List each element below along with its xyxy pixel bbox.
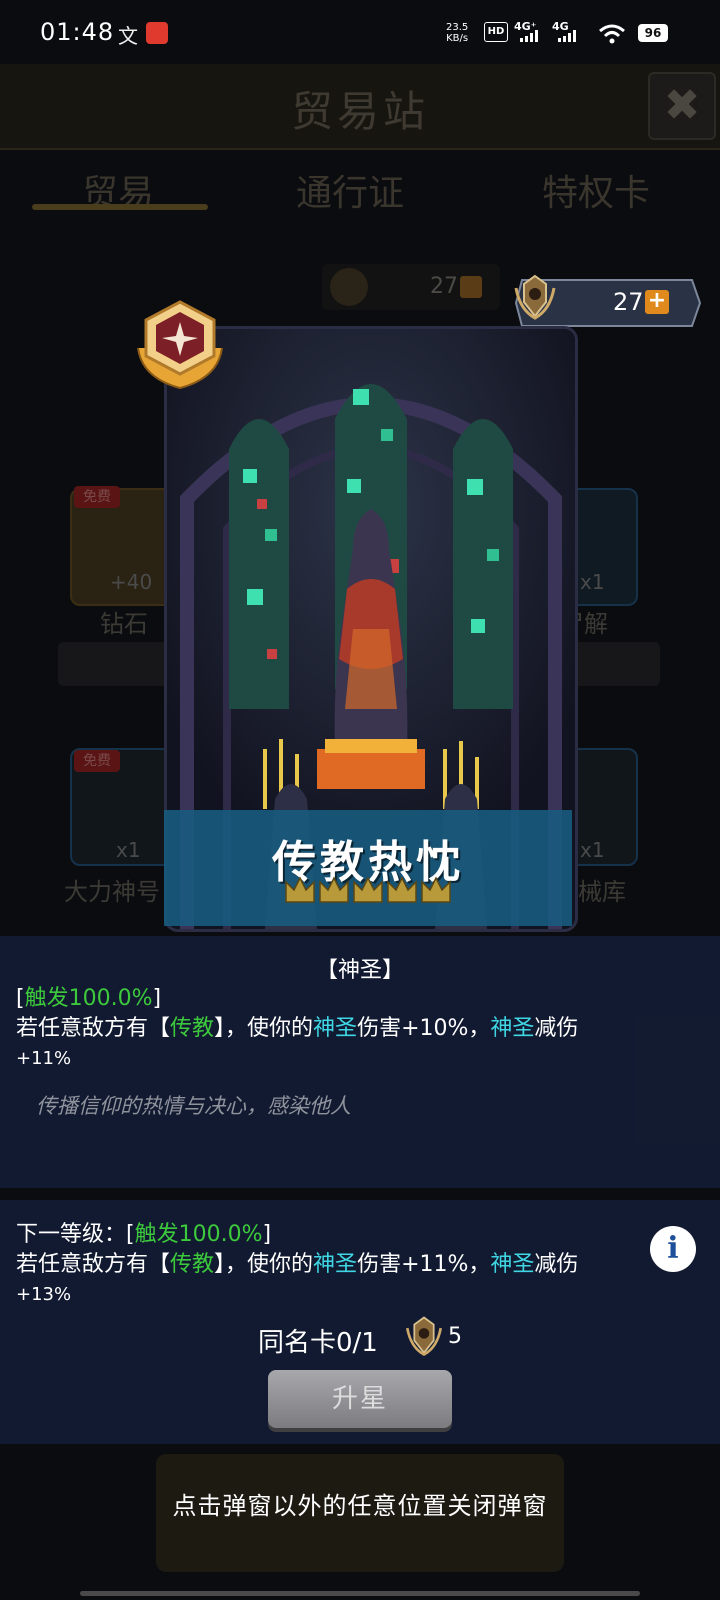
effect-text: 】，使你的	[214, 1016, 314, 1041]
bg-item-label: 钻石	[100, 610, 148, 638]
bg-item-count: x1	[580, 838, 605, 862]
reduction-type: 神圣	[490, 1252, 535, 1277]
next-level-label: 下一等级：[	[16, 1222, 135, 1247]
info-icon[interactable]: i	[650, 1226, 696, 1272]
effect-line: 若任意敌方有【传教】，使你的神圣伤害+10%，神圣减伤	[16, 1014, 578, 1044]
network-speed-unit: KB/s	[446, 33, 469, 44]
effect-text: 伤害+10%，	[357, 1016, 491, 1041]
bg-currency-plus-icon	[460, 276, 482, 298]
translate-icon: 文	[118, 24, 138, 48]
damage-type: 神圣	[313, 1016, 358, 1041]
bg-tab-underline	[32, 204, 208, 210]
bg-free-badge: 免费	[74, 750, 120, 772]
currency-value: 27	[613, 288, 644, 316]
bg-close-icon: ✖	[648, 72, 716, 140]
bg-item-count: x1	[116, 838, 141, 862]
hd-badge: HD	[484, 22, 508, 42]
wifi-icon	[599, 24, 625, 44]
signal-icon	[520, 30, 538, 42]
currency-add-icon[interactable]: +	[645, 290, 669, 314]
bg-item-label: 械库	[578, 878, 626, 906]
rarity-badge-icon	[137, 300, 223, 390]
trigger-line: [触发100.0%]	[16, 984, 161, 1014]
duplicate-card-count: 同名卡0/1	[258, 1328, 378, 1358]
effect-text: 减伤	[534, 1016, 579, 1041]
card-category: 【神圣】	[315, 958, 404, 983]
battery-icon: 96	[638, 24, 668, 42]
close-hint[interactable]: 点击弹窗以外的任意位置关闭弹窗	[0, 1486, 720, 1521]
effect-text: 若任意敌方有【	[16, 1252, 171, 1277]
effect-tag: 传教	[170, 1252, 215, 1277]
effect-text: 减伤	[534, 1252, 579, 1277]
damage-type: 神圣	[313, 1252, 358, 1277]
next-effect-line: 若任意敌方有【传教】，使你的神圣伤害+11%，神圣减伤	[16, 1250, 578, 1280]
effect-text: 】，使你的	[214, 1252, 314, 1277]
bg-item-count: +40	[110, 570, 153, 594]
reduction-type: 神圣	[490, 1016, 535, 1041]
upgrade-cost: 5	[448, 1324, 462, 1349]
bg-item-count: x1	[580, 570, 605, 594]
bg-tab-pass: 通行证	[295, 173, 404, 214]
effect-text: 若任意敌方有【	[16, 1016, 171, 1041]
home-indicator[interactable]	[80, 1591, 640, 1596]
bg-page-title: 贸易站	[290, 87, 429, 136]
next-effect-value: +13%	[16, 1284, 72, 1305]
bg-item-label: 大力神号	[64, 878, 160, 906]
bg-free-badge: 免费	[74, 486, 120, 508]
network-speed: 23.5 KB/s	[446, 22, 468, 44]
trigger-chance: 触发100.0%	[24, 986, 153, 1011]
effect-text: 伤害+11%，	[357, 1252, 491, 1277]
laurel-crest-icon	[405, 1316, 443, 1356]
network-speed-value: 23.5	[446, 22, 469, 33]
effect-value: +11%	[16, 1048, 72, 1069]
bracket: ]	[262, 1222, 272, 1247]
flavor-text: 传播信仰的热情与决心，感染他人	[36, 1094, 351, 1118]
star-crown-rating	[285, 876, 451, 903]
next-trigger-line: 下一等级：[触发100.0%]	[16, 1220, 271, 1250]
bg-currency-icon	[330, 268, 368, 306]
bracket: [	[16, 986, 25, 1011]
laurel-crest-icon	[514, 274, 556, 320]
app-notification-icon	[146, 22, 168, 44]
effect-tag: 传教	[170, 1016, 215, 1041]
bg-currency-value: 27	[430, 274, 458, 299]
upgrade-star-button[interactable]: 升星	[268, 1370, 452, 1428]
status-time: 01:48	[40, 18, 115, 46]
bg-tab-privilege: 特权卡	[541, 173, 650, 214]
next-trigger-chance: 触发100.0%	[134, 1222, 263, 1247]
bracket: ]	[152, 986, 162, 1011]
signal-icon	[558, 30, 576, 42]
